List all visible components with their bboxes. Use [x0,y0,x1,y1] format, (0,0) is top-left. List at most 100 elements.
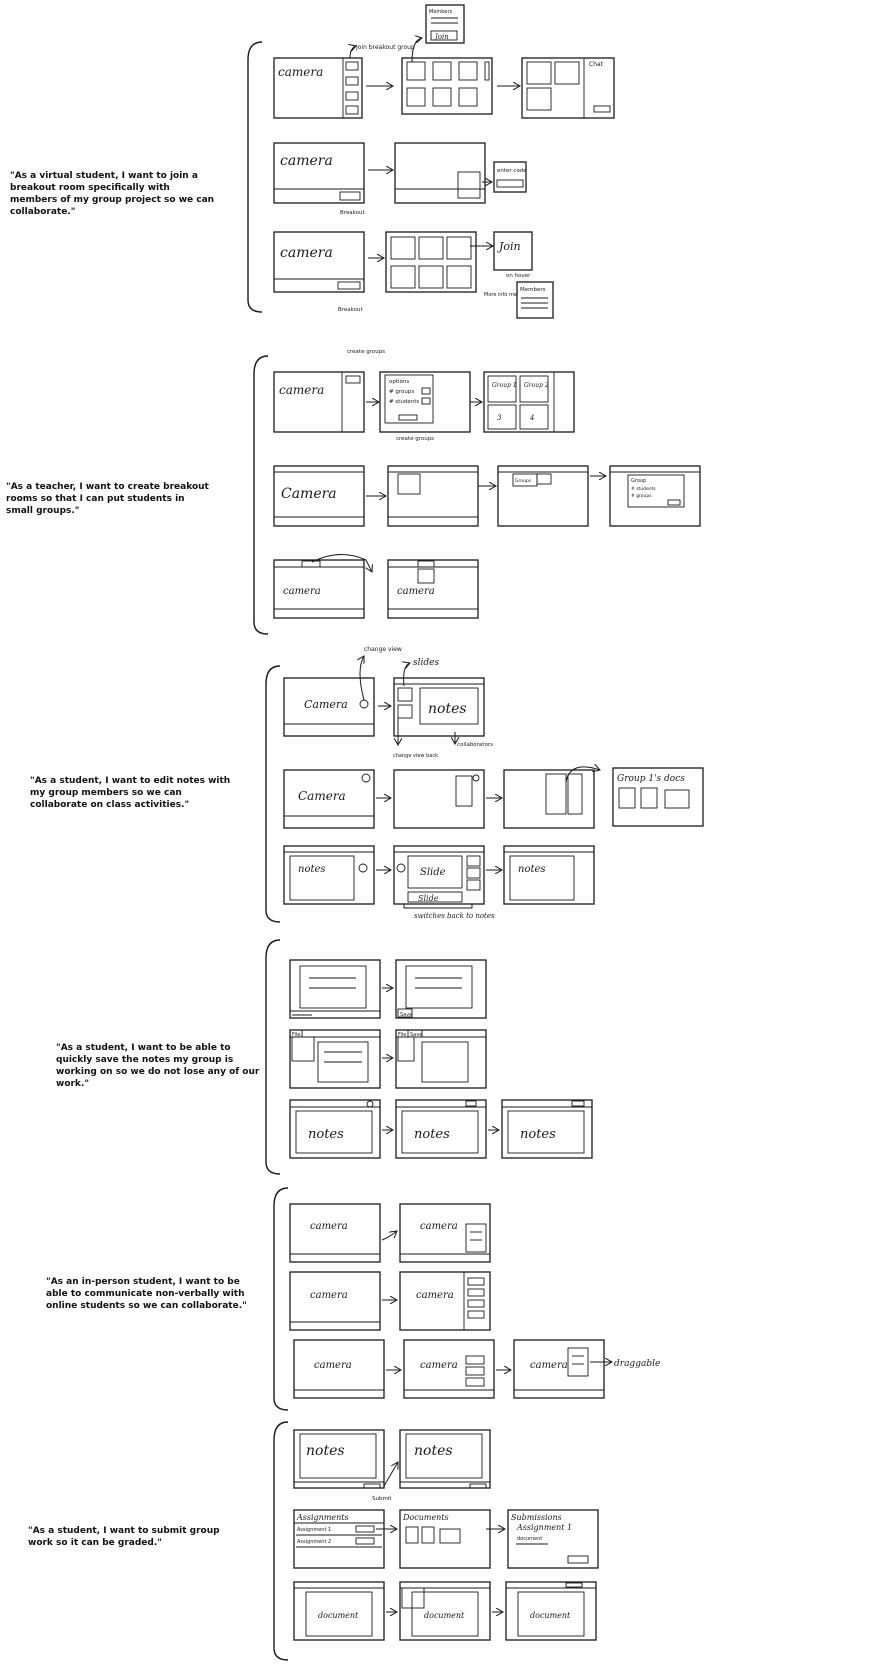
section-4-bracket [265,939,281,1175]
s2-frame-create-groups: camera [273,371,365,433]
s6-frame-document-2: document [399,1581,491,1641]
camera-text: Camera [304,698,348,711]
slide-text-2: Slide [418,894,439,903]
camera-text: camera [280,245,333,261]
s1-frame-camera-2: camera [273,142,365,204]
s6-frame-notes-submitted: notes [399,1429,491,1489]
camera-text: camera [310,1221,348,1232]
camera-text: camera [314,1360,352,1371]
group-4-label: 4 [529,414,534,422]
s5-frame-camera-chat: camera [399,1203,491,1263]
story-6: "As a student, I want to submit group wo… [28,1526,220,1548]
s5-frame-camera-drag: camera [513,1339,605,1399]
s1-members-popup: Members Join [425,4,465,44]
s4-frame-save-tab: File Save [395,1029,487,1089]
s3-frame-notes-2: notes [503,845,595,905]
s2-frame-groups-dropdown: Groups [497,465,589,527]
s1-join-breakout-note: Join breakout group [355,44,415,51]
assignment-1-label: Assignment 1 [297,1527,331,1533]
story-1: "As a virtual student, I want to join a … [10,171,215,217]
switches-back-note: switches back to notes [414,912,495,920]
notes-text: notes [298,864,326,875]
camera-text: camera [416,1290,454,1301]
s1-frame-groups-grid [401,57,493,115]
s3-frame-group-docs: Group 1's docs [612,767,704,827]
s1-frame-camera-3: camera [273,231,365,293]
s2-frame-group-options: Group # students # groups [609,465,701,527]
s4-frame-notes-3: notes [501,1099,593,1159]
story-4: "As a student, I want to be able to quic… [56,1043,260,1089]
s1-frame-breakout [394,142,486,204]
camera-text: Camera [281,486,337,502]
s1-camera-1: camera [278,65,323,79]
s6-frame-notes-submit: notes [293,1429,385,1489]
s1-join-popup: Join [493,231,533,271]
s5-frame-camera-stack: camera [403,1339,495,1399]
s5-frame-camera-panel: camera [399,1271,491,1331]
s1-frame-grid-2 [385,231,477,293]
collaborators-note: collaborators [457,742,493,748]
save-label: Save [400,1012,412,1018]
s4-frame-save-bar [289,959,381,1019]
create-groups-note-2: create groups [396,436,434,442]
s1-frame-chat: Chat [521,57,615,119]
notes-text: notes [518,864,546,875]
story-3: "As a student, I want to edit notes with… [30,776,231,810]
s6-frame-documents: Documents [399,1509,491,1569]
join-label: Join [497,240,521,253]
story-2: "As a teacher, I want to create breakout… [6,482,209,516]
camera-text: camera [530,1360,568,1371]
breakout-note: Breakout [340,210,366,216]
s2-frame-breakout-list: camera [387,559,479,619]
submissions-assignment: Assignment 1 [516,1523,572,1532]
breakout-note: Breakout [338,307,364,313]
s1-enter-code-popup: enter code [493,161,527,193]
change-view-back-note: change view back [393,753,438,759]
members-label: Members [520,287,546,293]
group-1-label: Group 1 [492,382,517,389]
assignments-title: Assignments [296,1513,349,1522]
s2-frame-breakout-tab: camera [273,559,365,619]
s5-frame-camera-3: camera [293,1339,385,1399]
group-docs-title: Group 1's docs [617,774,685,784]
s3-frame-docs-menu [503,769,595,829]
s1-members-popup-2: Members [516,281,554,319]
s6-frame-assignments: Assignments Assignment 1 Assignment 2 [293,1509,385,1569]
arrow [383,1462,398,1487]
section-2-bracket [253,355,269,635]
document-text: document [530,1611,571,1620]
notes-text: notes [520,1127,556,1142]
s1-frame-camera-join: camera [273,57,363,119]
s3-frame-camera-2: Camera [283,769,375,829]
notes-text: notes [308,1127,344,1142]
storyboard: camera Join breakout group Members Join … [247,4,704,1661]
submit-note: Submit [372,1496,392,1502]
s6-frame-document-3: document [505,1581,597,1641]
s3-frame-camera-1: Camera [283,677,375,737]
s4-frame-file-menu: File [289,1029,381,1089]
group-2-label: Group 2 [524,382,549,389]
s2-frame-options: options # groups # students [379,371,471,433]
camera-text: camera [397,586,435,597]
document-text: document [424,1611,465,1620]
options-label: options [389,379,409,385]
camera-text: camera [279,383,324,397]
camera-text: camera [283,586,321,597]
students-count-label: # students [389,399,419,405]
section-1-bracket [247,41,263,313]
groups-count-label: # groups [631,493,652,499]
section-3-bracket [265,665,281,923]
s3-frame-notes-1: notes [283,845,375,905]
section-5-bracket [273,1187,289,1411]
group-label: Group [631,478,646,484]
chat-label: Chat [589,61,604,68]
s4-frame-notes-1: notes [289,1099,381,1159]
s3-frame-group-menu [393,769,485,829]
submissions-title: Submissions [511,1513,562,1522]
arrow [381,1231,397,1241]
enter-code-label: enter code [497,168,527,174]
notes-text: notes [414,1443,453,1459]
members-label: Members [429,9,453,15]
slides-note: slides [413,658,439,668]
slide-text: Slide [420,867,446,878]
